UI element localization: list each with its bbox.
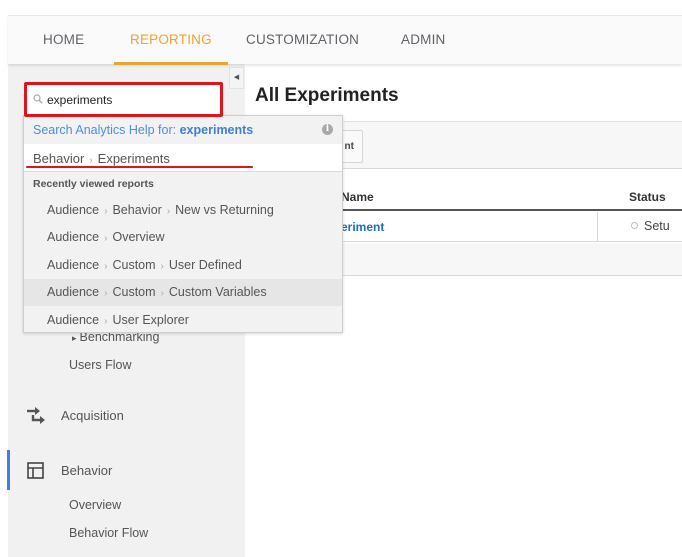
caret-right-icon: ▸ [72,333,77,343]
breadcrumb-separator: › [89,155,93,166]
sidebar-item-users-flow[interactable]: Users Flow [69,358,132,372]
search-help-text: Search Analytics Help for: experiments [33,123,254,137]
status-circle-icon [631,222,638,229]
tab-customization[interactable]: CUSTOMIZATION [246,16,359,64]
annotation-underline [26,166,253,168]
collapse-sidebar-button[interactable]: ◀ [229,67,244,89]
recent-report-item[interactable]: Audience › Overview [24,224,342,251]
sidebar-item-behavior-overview[interactable]: Overview [69,498,121,512]
sidebar-item-behavior-flow[interactable]: Behavior Flow [69,526,148,540]
top-strip [0,0,682,15]
recent-reports-heading: Recently viewed reports [33,178,154,190]
behavior-layout-icon [27,462,44,479]
search-suggestions-dropdown: Search Analytics Help for: experiments i… [23,115,343,333]
sidebar-section-acquisition[interactable]: Acquisition [61,408,124,423]
experiment-status: Setu [631,219,670,233]
suggestion-label: Behavior › Experiments [33,151,170,166]
status-text: Setu [644,219,670,233]
recent-report-item[interactable]: Audience › Custom › Custom Variables [24,279,342,306]
chevron-left-icon: ◀ [233,74,240,81]
top-nav: HOME REPORTING CUSTOMIZATION ADMIN [8,15,682,65]
recent-report-item[interactable]: Audience › Behavior › New vs Returning [24,197,342,224]
acquisition-arrows-icon [27,407,45,424]
experiment-name-link[interactable]: eriment [341,220,384,234]
recent-report-item[interactable]: Audience › User Explorer [24,307,342,334]
sidebar-section-behavior[interactable]: Behavior [61,463,112,478]
search-icon [33,94,43,104]
active-indicator [7,450,10,490]
recent-report-item[interactable]: Audience › Custom › User Defined [24,252,342,279]
column-header-name[interactable]: Name [341,190,374,204]
page-title: All Experiments [255,85,399,106]
info-icon[interactable]: i [322,124,333,135]
column-header-status[interactable]: Status [629,190,666,204]
search-help-link[interactable]: Search Analytics Help for: experiments i [24,116,342,144]
column-divider [597,212,598,242]
tab-home[interactable]: HOME [43,16,84,64]
search-input[interactable] [47,91,217,109]
tab-admin[interactable]: ADMIN [401,16,446,64]
tab-reporting[interactable]: REPORTING [114,16,228,65]
report-search-box [24,82,223,117]
